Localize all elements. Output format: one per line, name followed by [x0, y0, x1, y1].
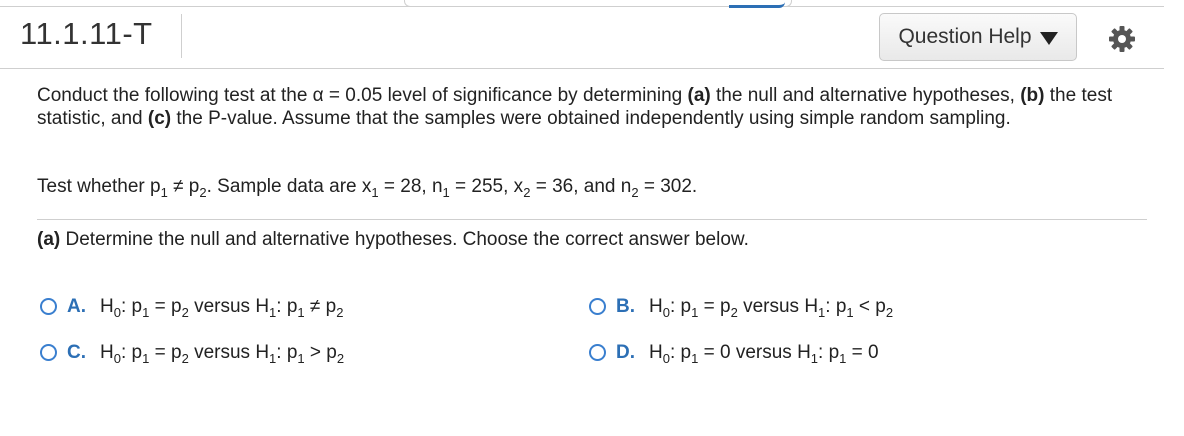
part-a-tag: (a) [687, 85, 711, 106]
top-tab-accent [729, 0, 785, 8]
test-text: = 36, and n [530, 176, 632, 197]
caret-down-icon [1039, 32, 1058, 45]
option-letter: A. [67, 296, 86, 317]
test-subscript: 1 [442, 185, 450, 200]
option-letter: D. [616, 342, 635, 363]
test-subscript: 2 [199, 185, 207, 200]
header-divider [0, 68, 1164, 69]
radio-button[interactable] [40, 344, 57, 361]
radio-button[interactable] [40, 298, 57, 315]
test-text: = 302. [638, 176, 698, 197]
test-statement: Test whether p1 ≠ p2. Sample data are x1… [37, 176, 698, 200]
radio-button[interactable] [589, 344, 606, 361]
question-id: 11.1.11-T [20, 16, 153, 51]
radio-button[interactable] [589, 298, 606, 315]
problem-statement: Conduct the following test at the α = 0.… [37, 84, 1147, 130]
problem-text-5: the P-value. Assume that the samples wer… [171, 108, 1011, 129]
option-text: H0: p1 = p2 versus H1: p1 < p2 [649, 296, 894, 320]
top-tab-strip [404, 0, 792, 8]
test-text: Test whether p [37, 176, 161, 197]
part-c-tag: (c) [147, 108, 172, 129]
problem-text-1: Conduct the following test at the [37, 85, 313, 106]
test-subscript: 1 [160, 185, 168, 200]
option-d[interactable]: D. H0: p1 = 0 versus H1: p1 = 0 [589, 342, 879, 366]
question-help-button[interactable]: Question Help [879, 13, 1077, 61]
question-id-divider [181, 14, 182, 58]
option-text: H0: p1 = 0 versus H1: p1 = 0 [649, 342, 879, 366]
part-a-text: Determine the null and alternative hypot… [60, 229, 749, 250]
option-a[interactable]: A. H0: p1 = p2 versus H1: p1 ≠ p2 [40, 296, 344, 320]
option-letter: C. [67, 342, 86, 363]
question-help-label: Question Help [898, 25, 1032, 48]
test-subscript: 1 [371, 185, 379, 200]
test-text: . Sample data are x [206, 176, 372, 197]
gear-icon[interactable] [1107, 24, 1137, 54]
option-text: H0: p1 = p2 versus H1: p1 > p2 [100, 342, 345, 366]
test-text: ≠ p [167, 176, 200, 197]
option-letter: B. [616, 296, 635, 317]
option-b[interactable]: B. H0: p1 = p2 versus H1: p1 < p2 [589, 296, 894, 320]
section-divider [37, 219, 1147, 220]
part-a-label: (a) [37, 229, 61, 250]
test-subscript: 2 [631, 185, 639, 200]
test-text: = 28, n [378, 176, 443, 197]
problem-text-3: the null and alternative hypotheses, [710, 85, 1021, 106]
problem-text-2: = 0.05 level of significance by determin… [323, 85, 688, 106]
part-b-tag: (b) [1020, 85, 1045, 106]
part-a-instruction: (a) Determine the null and alternative h… [37, 229, 749, 251]
option-c[interactable]: C. H0: p1 = p2 versus H1: p1 > p2 [40, 342, 345, 366]
option-text: H0: p1 = p2 versus H1: p1 ≠ p2 [100, 296, 344, 320]
alpha-symbol: α [312, 85, 324, 106]
test-text: = 255, x [449, 176, 524, 197]
